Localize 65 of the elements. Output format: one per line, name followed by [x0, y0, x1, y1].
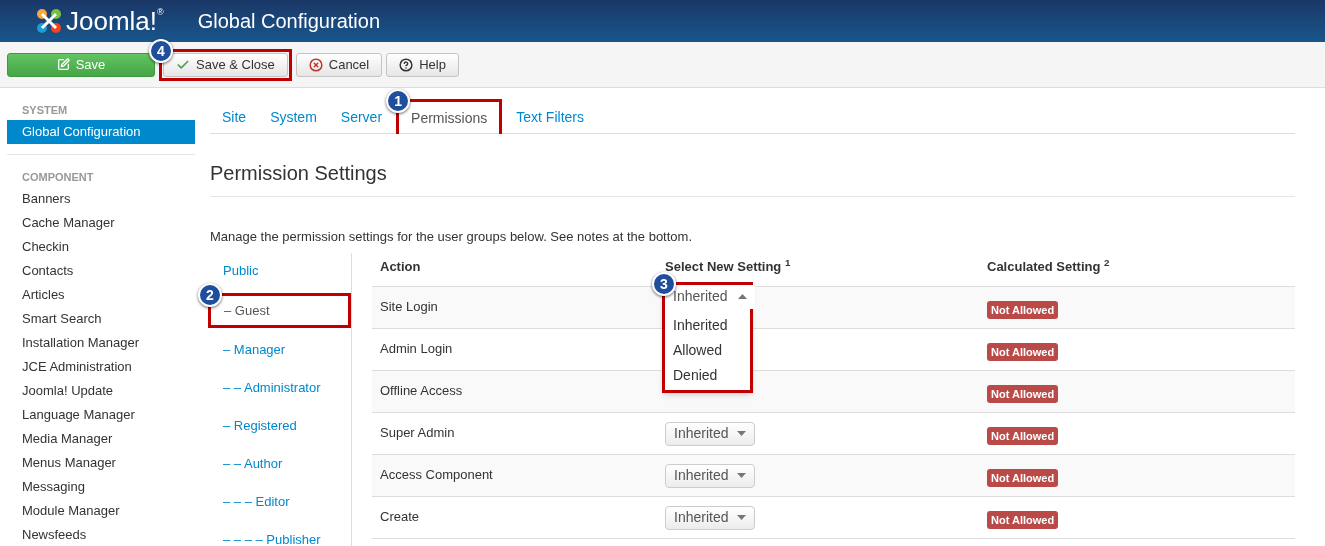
tab[interactable]: System — [260, 101, 327, 133]
sidebar-item[interactable]: Smart Search — [7, 307, 195, 331]
sidebar-item[interactable]: Checkin — [7, 235, 195, 259]
tab[interactable]: Site — [212, 101, 257, 133]
toolbar-button[interactable]: Cancel — [295, 52, 383, 77]
group-link[interactable]: – – Administrator — [210, 375, 351, 400]
caret-icon — [737, 431, 746, 436]
column-header: Action — [379, 258, 422, 276]
action-cell-text: Site Login — [379, 297, 439, 316]
sidebar-heading: SYSTEM — [21, 103, 69, 118]
action-cell-text: Create — [379, 507, 421, 526]
caret-icon — [737, 473, 746, 478]
setting-select[interactable]: Inherited — [665, 463, 755, 488]
group-link[interactable]: – – – Editor — [210, 489, 351, 514]
callout-number: 2 — [198, 282, 222, 307]
status-badge: Not Allowed — [987, 342, 1059, 361]
action-cell-text: Access Component — [379, 465, 494, 484]
group-link[interactable]: – – Author — [210, 451, 351, 476]
group-link[interactable]: Public — [210, 258, 351, 283]
action-cell-text: Offline Access — [379, 381, 464, 400]
column-header: Calculated Setting $^{2}$ — [986, 257, 1111, 276]
sidebar-item[interactable]: JCE Administration — [7, 355, 195, 379]
action-cell-text: Admin Login — [379, 339, 454, 358]
sidebar-item[interactable]: Module Manager — [7, 499, 195, 523]
setting-select[interactable]: Inherited — [665, 421, 755, 446]
dropdown-option[interactable]: Allowed — [665, 337, 750, 363]
caret-icon — [738, 294, 747, 299]
sidebar-item[interactable]: Menus Manager — [7, 451, 195, 475]
callout-number: 1 — [386, 89, 411, 113]
dropdown-option[interactable]: Denied — [665, 362, 750, 388]
group-link[interactable]: – Manager — [210, 337, 351, 362]
sidebar-item[interactable]: Articles — [7, 283, 195, 307]
status-badge: Not Allowed — [987, 468, 1059, 487]
sidebar-item[interactable]: Joomla! Update — [7, 379, 195, 403]
logo-icon — [34, 6, 64, 36]
status-badge: Not Allowed — [987, 384, 1059, 403]
close-icon — [308, 57, 323, 72]
caret-icon — [737, 515, 746, 520]
help-icon — [399, 57, 414, 72]
sidebar-item[interactable]: Media Manager — [7, 427, 195, 451]
sidebar-item[interactable]: Installation Manager — [7, 331, 195, 355]
toolbar-button[interactable]: Help — [386, 52, 459, 77]
group-link[interactable]: – Registered — [210, 413, 351, 438]
section-title: Permission Settings — [210, 158, 1295, 197]
page-title: Global Configuration — [197, 9, 381, 34]
logo-text: Joomla! — [66, 8, 158, 34]
sidebar-item[interactable]: Newsfeeds — [7, 523, 195, 546]
sidebar-item[interactable]: Global Configuration — [7, 120, 195, 144]
sidebar-item[interactable]: Banners — [7, 187, 195, 211]
sidebar-item[interactable]: Messaging — [7, 475, 195, 499]
tab[interactable]: Text Filters — [506, 101, 594, 133]
sidebar-item[interactable]: Contacts — [7, 259, 195, 283]
setting-select[interactable]: Inherited — [665, 505, 755, 530]
trademark-mark: ® — [157, 6, 164, 17]
status-badge: Not Allowed — [987, 300, 1059, 319]
dropdown-option[interactable]: Inherited — [665, 312, 750, 338]
status-badge: Not Allowed — [987, 510, 1059, 529]
group-link[interactable]: – – – – Publisher — [210, 527, 351, 546]
description: Manage the permission settings for the user groups below. See notes at the bottom. — [210, 228, 693, 246]
sidebar-item[interactable]: Cache Manager — [7, 211, 195, 235]
action-cell-text: Super Admin — [379, 423, 456, 442]
status-badge: Not Allowed — [987, 426, 1059, 445]
sidebar-heading: COMPONENT — [21, 170, 95, 185]
edit-icon — [56, 58, 70, 71]
sidebar-item[interactable]: Language Manager — [7, 403, 195, 427]
